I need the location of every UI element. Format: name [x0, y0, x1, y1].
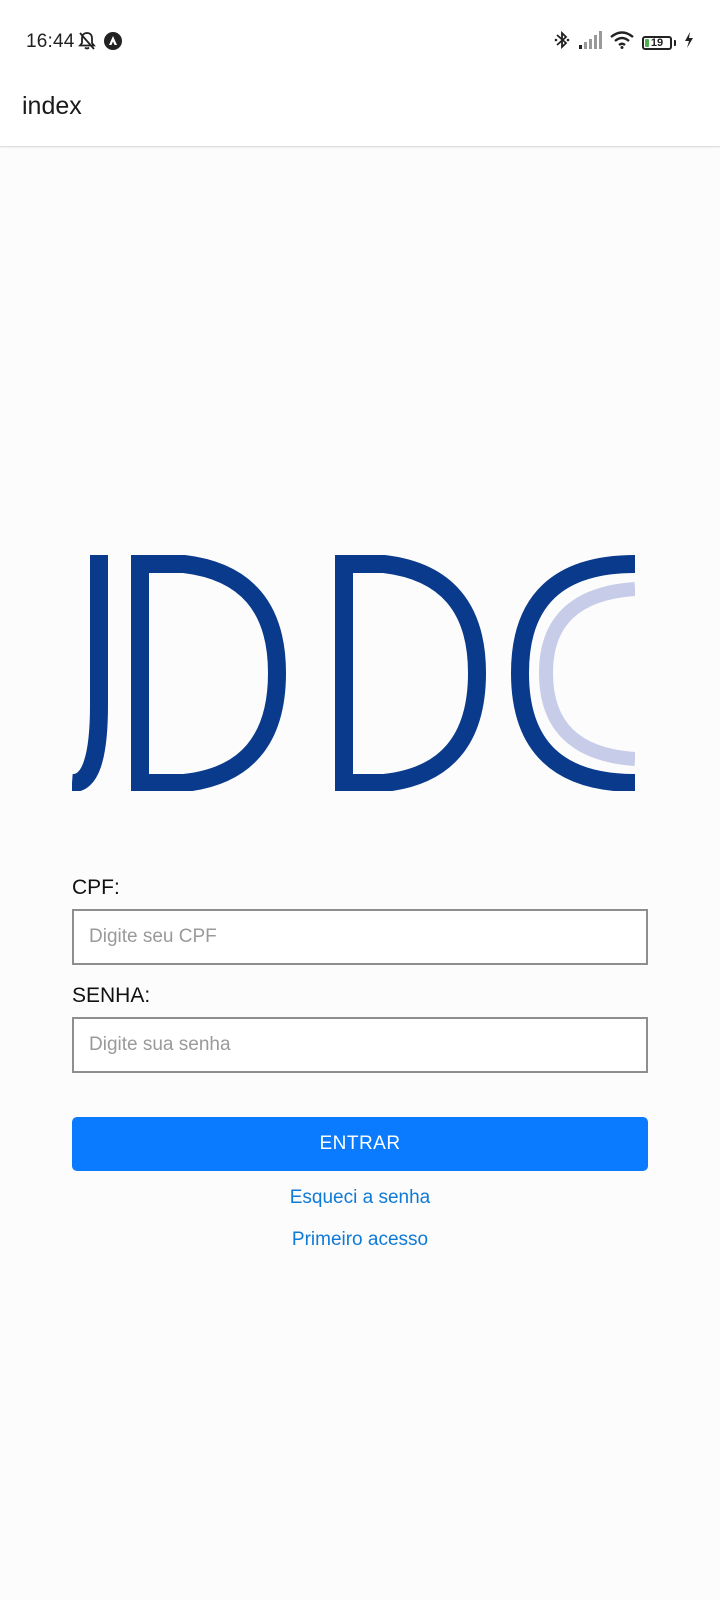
- login-button[interactable]: ENTRAR: [72, 1117, 648, 1171]
- battery-nub: [674, 39, 676, 46]
- status-bar: 16:44 19: [0, 0, 720, 86]
- login-screen: 16:44 19 index CPF: Digite seu CPF SENHA…: [0, 0, 720, 1600]
- signal-icon: [578, 31, 602, 54]
- status-time: 16:44: [26, 31, 75, 52]
- logo: [72, 555, 635, 791]
- charging-icon: [684, 32, 694, 53]
- bluetooth-icon: [554, 30, 570, 55]
- cpf-placeholder: Digite seu CPF: [89, 926, 217, 947]
- status-right-icons: 19: [554, 30, 694, 55]
- cpf-label: CPF:: [72, 876, 120, 899]
- app-header: index: [0, 86, 720, 147]
- battery-level: 19: [650, 36, 664, 49]
- password-label: SENHA:: [72, 984, 151, 1007]
- first-access-link[interactable]: Primeiro acesso: [0, 1229, 720, 1251]
- password-placeholder: Digite sua senha: [89, 1034, 231, 1055]
- cpf-input[interactable]: Digite seu CPF: [72, 909, 648, 965]
- bell-off-icon: [77, 31, 97, 56]
- wifi-icon: [610, 31, 634, 54]
- status-left-icons: [77, 31, 123, 56]
- page-title: index: [22, 92, 82, 120]
- app-notification-icon: [103, 31, 123, 56]
- forgot-password-link[interactable]: Esqueci a senha: [0, 1187, 720, 1209]
- battery-fill: [645, 38, 649, 47]
- battery-icon: 19: [642, 35, 672, 50]
- password-input[interactable]: Digite sua senha: [72, 1017, 648, 1073]
